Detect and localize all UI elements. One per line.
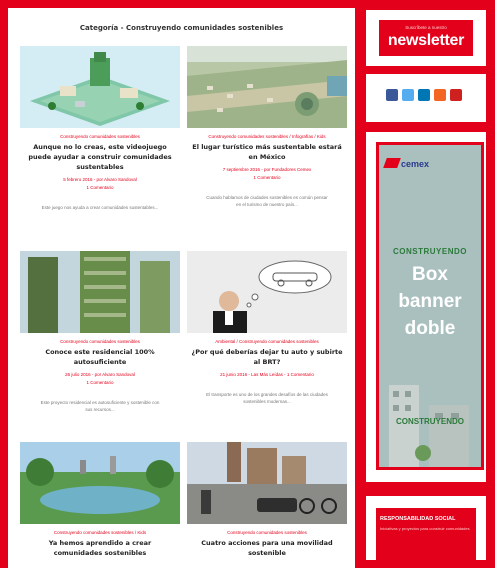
newsletter-title: newsletter [387, 32, 465, 49]
twitter-icon[interactable] [402, 89, 414, 101]
responsabilidad-widget[interactable]: RESPONSABILIDAD SOCIAL Iniciativas y pro… [366, 496, 486, 563]
article-thumbnail[interactable] [20, 46, 180, 128]
banner-line: Box [412, 264, 448, 285]
article-thumbnail[interactable] [187, 251, 347, 333]
banner-image[interactable]: cemex CONSTRUYENDO Box banner doble CONS… [379, 145, 481, 467]
responsabilidad-banner[interactable]: RESPONSABILIDAD SOCIAL Iniciativas y pro… [376, 508, 476, 563]
facebook-icon[interactable] [386, 89, 398, 101]
article-excerpt: Este juego nos ayuda a crear comunidades… [41, 205, 159, 210]
article-title[interactable]: Cuatro acciones para una movilidad soste… [191, 538, 343, 558]
linkedin-icon[interactable] [418, 89, 430, 101]
article-meta: 26 julio 2016 - por Alvaro Sandoval [65, 372, 135, 377]
article-meta: 21 junio 2016 - Las Más Leídas - 1 Comen… [220, 372, 314, 377]
main-content: Categoría - Construyendo comunidades sos… [8, 8, 355, 568]
article-category[interactable]: Construyendo comunidades sostenibles [20, 134, 180, 139]
cemex-logo: cemex [401, 159, 430, 169]
article-category[interactable]: Ambiental / Construyendo comunidades sos… [187, 339, 347, 344]
rss-icon[interactable] [434, 89, 446, 101]
responsabilidad-title: RESPONSABILIDAD SOCIAL [380, 516, 456, 522]
banner-line: doble [404, 318, 456, 339]
article-title[interactable]: Aunque no lo creas, este videojuego pued… [24, 142, 176, 172]
article-excerpt: Este proyecto residencial es autosuficie… [40, 400, 160, 412]
banner-line: banner [398, 291, 462, 312]
article-thumbnail[interactable] [187, 46, 347, 128]
article-category[interactable]: Construyendo comunidades sostenibles [187, 530, 347, 535]
article-category[interactable]: Construyendo comunidades sostenibles / K… [20, 530, 180, 535]
article-excerpt: Cuando hablamos de ciudades sostenibles … [206, 195, 328, 207]
article-thumbnail[interactable] [187, 442, 347, 524]
article-title[interactable]: Conoce este residencial 100% autosuficie… [24, 347, 176, 367]
social-icons-row [386, 88, 482, 102]
article-thumbnail[interactable] [20, 442, 180, 524]
category-heading: Categoría - Construyendo comunidades sos… [79, 24, 284, 32]
article-category[interactable]: Construyendo comunidades sostenibles / I… [187, 134, 347, 139]
newsletter-subtitle: Suscríbete a nuestro [405, 25, 447, 30]
article-title[interactable]: Ya hemos aprendido a crear comunidades s… [24, 538, 176, 558]
article-excerpt: El transporte es uno de los grandes desa… [206, 392, 328, 404]
newsletter-banner[interactable]: Suscríbete a nuestro newsletter [379, 20, 473, 56]
article-comments[interactable]: 1 Comentario [20, 184, 180, 192]
newsletter-widget[interactable]: Suscríbete a nuestro newsletter [366, 10, 486, 66]
box-banner-doble[interactable]: cemex CONSTRUYENDO Box banner doble CONS… [376, 142, 484, 470]
article-comments[interactable]: 1 Comentario [20, 379, 180, 387]
youtube-icon[interactable] [450, 89, 462, 101]
social-widget [366, 74, 486, 122]
article-meta: 5 febrero 2016 - por Alvaro Sandoval [63, 177, 137, 182]
article-thumbnail[interactable] [20, 251, 180, 333]
article-meta: 7 septiembre 2016 - por Fundadores Cemex [222, 167, 312, 172]
cemex-logo-icon [383, 158, 401, 168]
article-title[interactable]: El lugar turístico más sustentable estar… [191, 142, 343, 162]
article-title[interactable]: ¿Por qué deberías dejar tu auto y subirt… [191, 347, 343, 367]
article-comments[interactable]: 1 Comentario [187, 174, 347, 182]
construyendo-bottom-text: CONSTRUYENDO [395, 417, 464, 426]
article-category[interactable]: Construyendo comunidades sostenibles [20, 339, 180, 344]
banner-placeholder-text: Box banner doble [379, 261, 481, 342]
building-illustration-icon [389, 385, 469, 467]
construyendo-top-text: CONSTRUYENDO [392, 247, 467, 256]
responsabilidad-subtitle: Iniciativas y proyectos para construir c… [380, 526, 470, 531]
